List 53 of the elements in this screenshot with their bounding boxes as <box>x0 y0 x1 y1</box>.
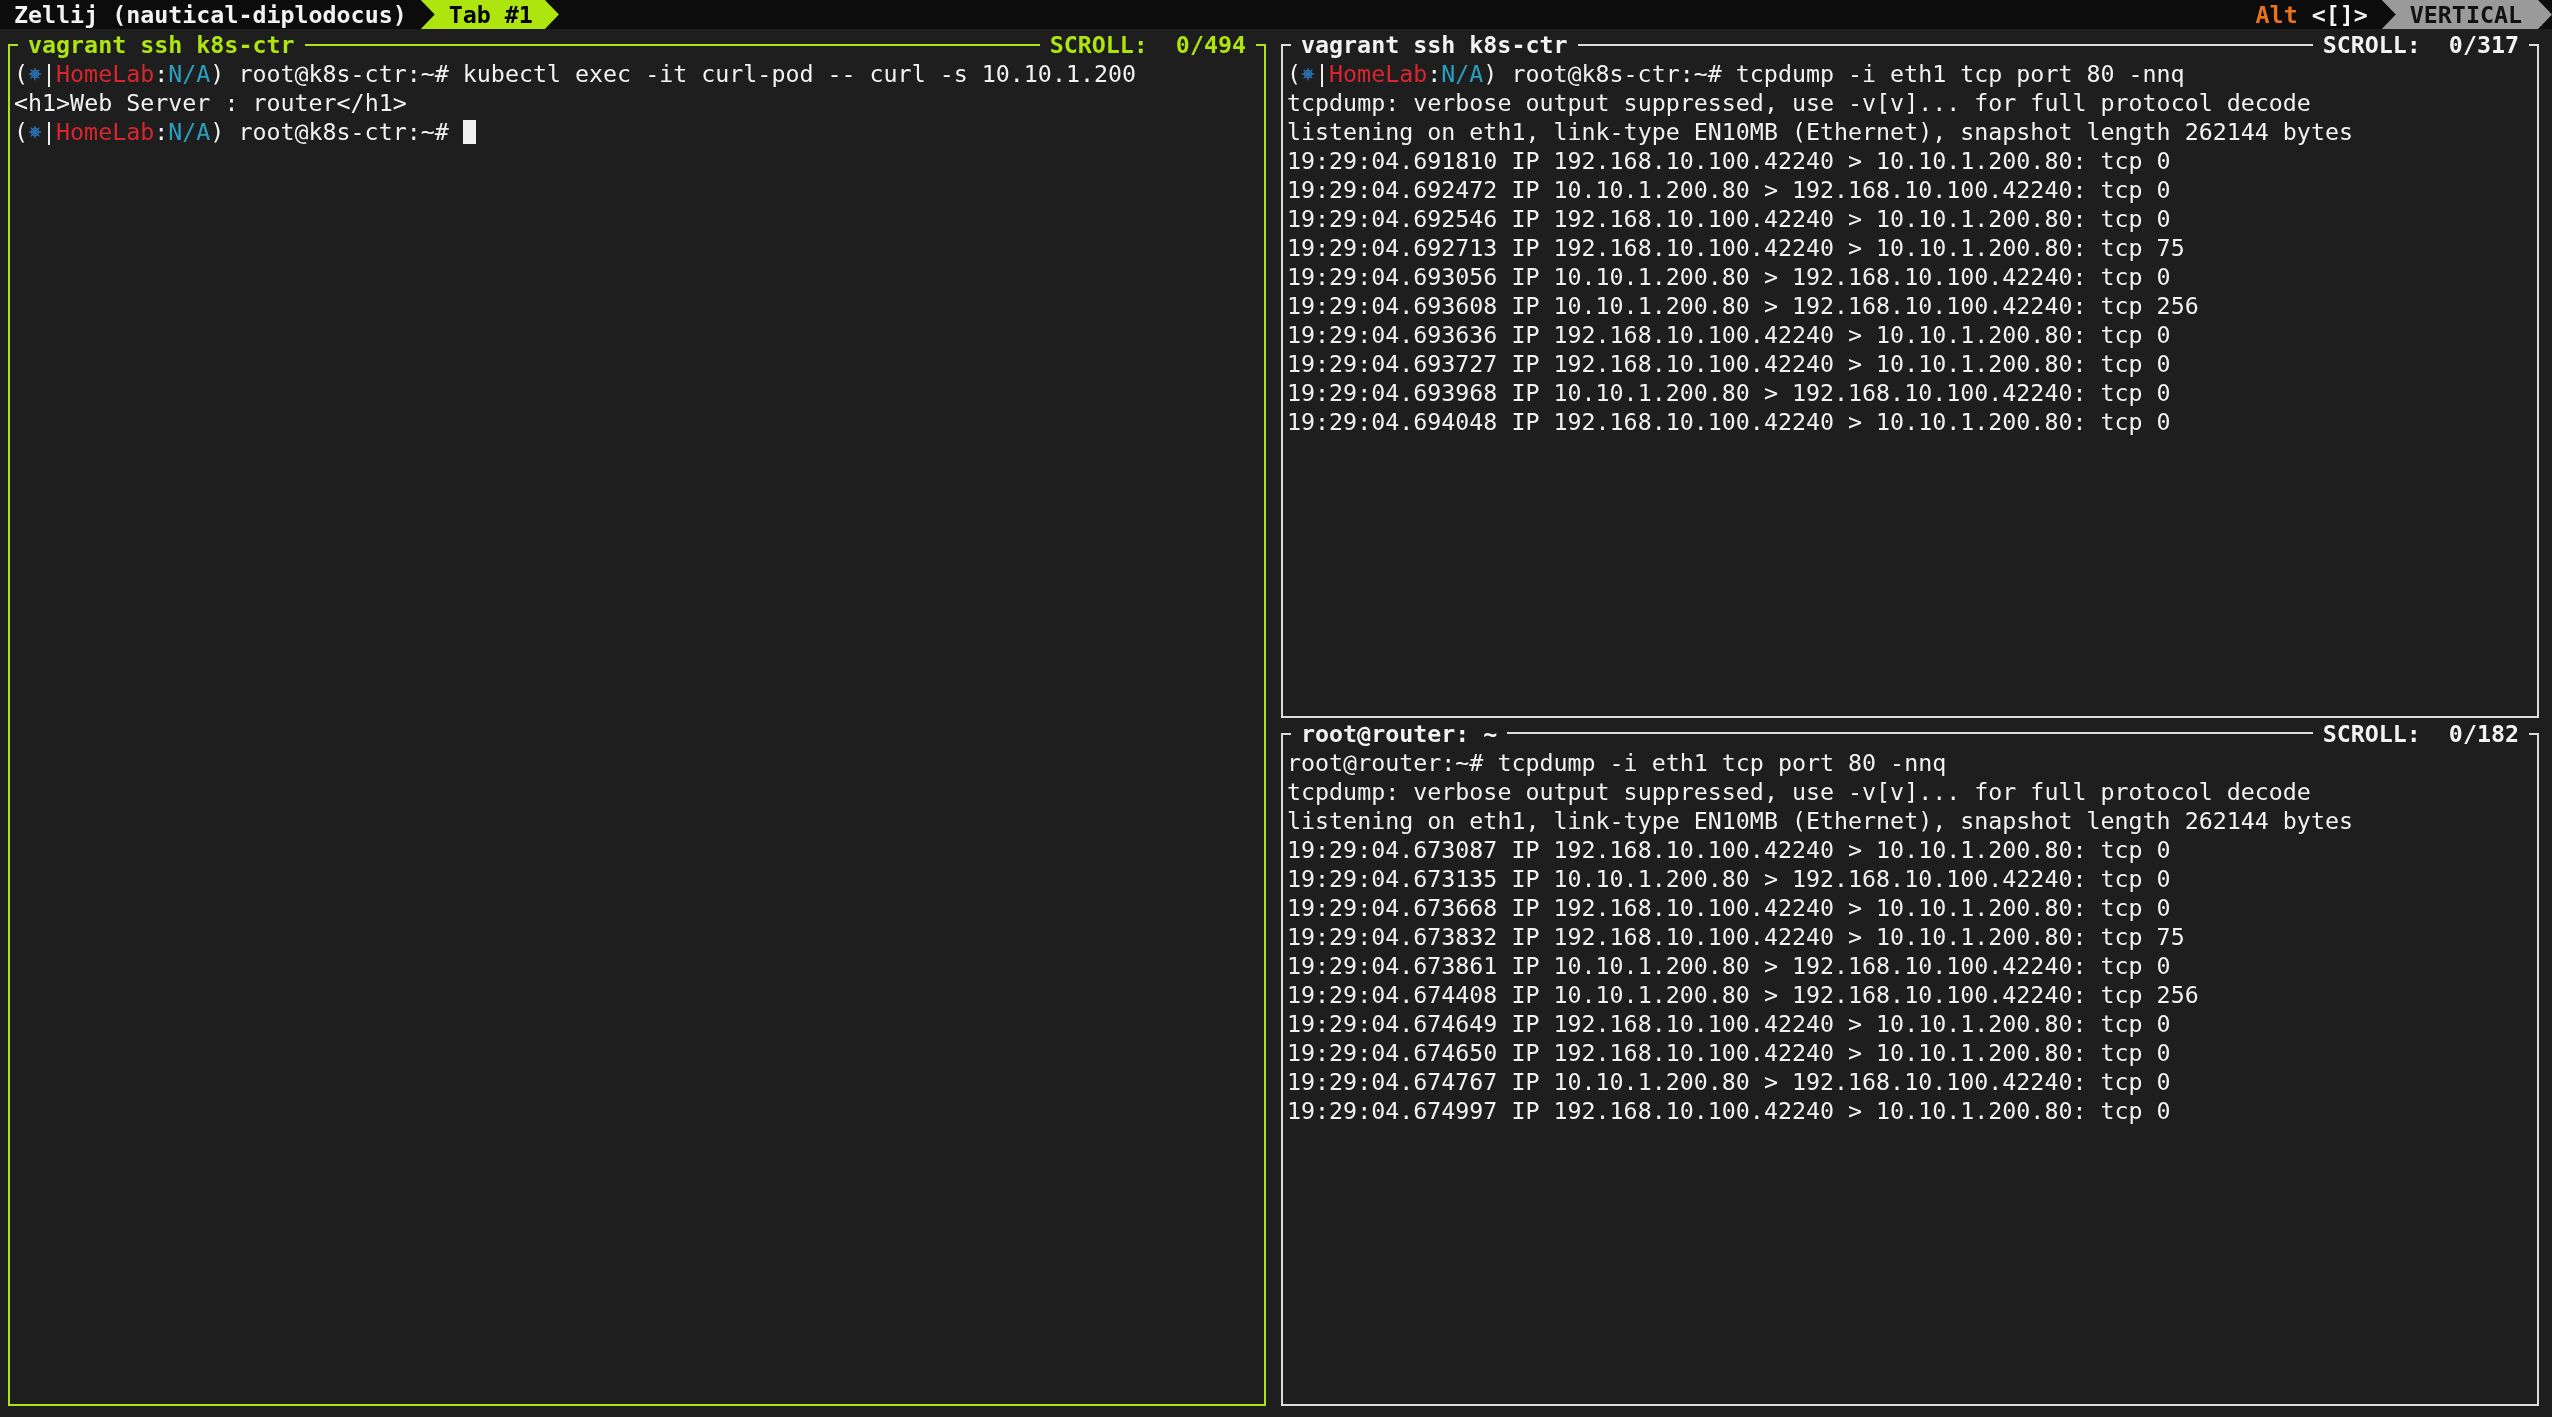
modifier-key: Alt <box>2255 0 2312 29</box>
output-line: 19:29:04.693056 IP 10.10.1.200.80 > 192.168.10.100.42240: tcp 0 <box>1287 262 2171 291</box>
output-line: 19:29:04.673087 IP 192.168.10.100.42240 > 10.10.1.200.80: tcp 0 <box>1287 834 2171 864</box>
output-line: 19:29:04.674408 IP 10.10.1.200.80 > 192.168.10.100.42240: tcp 256 <box>1287 979 2199 1009</box>
output-line: 19:29:04.674649 IP 192.168.10.100.42240 > 10.10.1.200.80: tcp 0 <box>1287 1008 2171 1038</box>
output-line: listening on eth1, link-type EN10MB (Ethernet), snapshot length 262144 bytes <box>1287 805 2353 835</box>
pane-title: vagrant ssh k8s-ctr <box>27 30 296 59</box>
output-line: 19:29:04.673861 IP 10.10.1.200.80 > 192.168.10.100.42240: tcp 0 <box>1287 950 2171 980</box>
output-line: <h1>Web Server : router</h1> <box>14 88 407 117</box>
prompt-line: |HomeLab:N/A) root@k8s-ctr:~# kubectl exec -it curl-pod -- curl -s 10.10.1.200 <box>42 59 1137 88</box>
prompt-paren: ( <box>1287 59 1302 88</box>
output-line: 19:29:04.674650 IP 192.168.10.100.42240 > 10.10.1.200.80: tcp 0 <box>1287 1037 2171 1067</box>
output-line: 19:29:04.692546 IP 192.168.10.100.42240 > 10.10.1.200.80: tcp 0 <box>1287 204 2171 233</box>
mode-badge: VERTICAL <box>2381 0 2552 29</box>
session-name: Zellij (nautical-diplodocus) <box>13 0 408 29</box>
tab[interactable]: Tab #1 <box>420 0 559 29</box>
pane-title: vagrant ssh k8s-ctr <box>1300 30 1569 59</box>
output-line: 19:29:04.693608 IP 10.10.1.200.80 > 192.168.10.100.42240: tcp 256 <box>1287 291 2199 320</box>
output-line: tcpdump: verbose output suppressed, use -v[v]... for full protocol decode <box>1287 88 2311 117</box>
output-line: 19:29:04.693968 IP 10.10.1.200.80 > 192.168.10.100.42240: tcp 0 <box>1287 378 2171 407</box>
scroll-indicator: SCROLL: 0/494 <box>1048 30 1247 59</box>
scroll-indicator: SCROLL: 0/182 <box>2321 718 2520 748</box>
wheel-icon <box>1301 66 1316 81</box>
output-line: 19:29:04.692472 IP 10.10.1.200.80 > 192.168.10.100.42240: tcp 0 <box>1287 175 2171 204</box>
output-line: listening on eth1, link-type EN10MB (Ethernet), snapshot length 262144 bytes <box>1287 117 2353 146</box>
prompt-line: |HomeLab:N/A) root@k8s-ctr:~# tcpdump -i eth1 tcp port 80 -nnq <box>1315 59 2185 88</box>
scroll-indicator: SCROLL: 0/317 <box>2321 30 2520 59</box>
text-cursor <box>462 119 476 144</box>
border-corner <box>2529 732 2539 748</box>
border-corner <box>2529 44 2539 59</box>
output-line: root@router:~# tcpdump -i eth1 tcp port 80 -nnq <box>1287 747 1947 777</box>
output-line: 19:29:04.691810 IP 192.168.10.100.42240 > 10.10.1.200.80: tcp 0 <box>1287 146 2171 175</box>
border-corner <box>8 44 18 59</box>
border-corner <box>1281 44 1291 59</box>
output-line: 19:29:04.673668 IP 192.168.10.100.42240 > 10.10.1.200.80: tcp 0 <box>1287 892 2171 922</box>
prompt-paren: ( <box>14 117 29 146</box>
output-line: tcpdump: verbose output suppressed, use -v[v]... for full protocol decode <box>1287 776 2311 806</box>
output-line: 19:29:04.693636 IP 192.168.10.100.42240 > 10.10.1.200.80: tcp 0 <box>1287 320 2171 349</box>
output-line: 19:29:04.693727 IP 192.168.10.100.42240 > 10.10.1.200.80: tcp 0 <box>1287 349 2171 378</box>
wheel-icon <box>28 124 43 139</box>
output-line: 19:29:04.673135 IP 10.10.1.200.80 > 192.168.10.100.42240: tcp 0 <box>1287 863 2171 893</box>
pane-title: root@router: ~ <box>1300 718 1499 748</box>
border-corner <box>1281 732 1291 748</box>
wheel-icon <box>28 66 43 81</box>
border-corner <box>1256 44 1266 59</box>
output-line: 19:29:04.692713 IP 192.168.10.100.42240 > 10.10.1.200.80: tcp 75 <box>1287 233 2185 262</box>
prompt-paren: ( <box>14 59 29 88</box>
output-line: 19:29:04.674767 IP 10.10.1.200.80 > 192.168.10.100.42240: tcp 0 <box>1287 1066 2171 1096</box>
mode-keys: <[]> <box>2311 0 2382 29</box>
prompt-line: |HomeLab:N/A) root@k8s-ctr:~# <box>42 117 450 146</box>
output-line: 19:29:04.694048 IP 192.168.10.100.42240 > 10.10.1.200.80: tcp 0 <box>1287 407 2171 436</box>
output-line: 19:29:04.674997 IP 192.168.10.100.42240 > 10.10.1.200.80: tcp 0 <box>1287 1095 2171 1125</box>
output-line: 19:29:04.673832 IP 192.168.10.100.42240 > 10.10.1.200.80: tcp 75 <box>1287 921 2185 951</box>
